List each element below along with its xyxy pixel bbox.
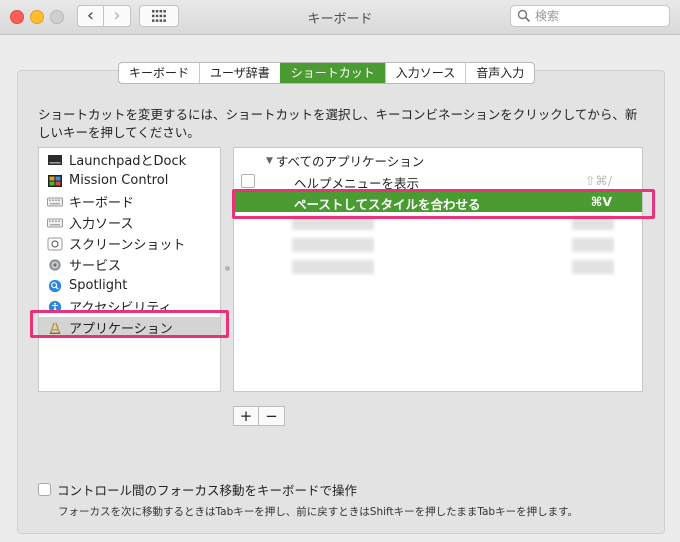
redacted-label	[292, 238, 374, 252]
mission-control-icon	[48, 174, 62, 187]
shortcut-list: ▼ すべてのアプリケーション ヘルプメニューを表示 ⇧⌘/ ペーストしてスタイル…	[233, 147, 643, 392]
category-services[interactable]: サービス	[39, 254, 220, 275]
shortcut-key[interactable]: ⇧⌘/	[585, 173, 612, 188]
group-all-applications[interactable]: ▼ すべてのアプリケーション	[266, 151, 424, 170]
keyboard-icon	[47, 197, 63, 206]
category-spotlight[interactable]: Spotlight	[39, 275, 220, 296]
search-field[interactable]	[510, 5, 670, 27]
remove-button[interactable]: −	[259, 406, 285, 426]
category-screenshots[interactable]: スクリーンショット	[39, 233, 220, 254]
tab-bar: キーボード ユーザ辞書 ショートカット 入力ソース 音声入力	[118, 62, 536, 84]
category-accessibility[interactable]: アクセシビリティ	[39, 296, 220, 317]
tab-dictation[interactable]: 音声入力	[465, 63, 534, 83]
add-button[interactable]: +	[233, 406, 259, 426]
launchpad-dock-icon	[48, 154, 62, 165]
category-app-shortcuts[interactable]: アプリケーション	[39, 317, 220, 338]
gear-icon	[49, 258, 61, 271]
shortcut-row-selected[interactable]: ペーストしてスタイルを合わせる ⌘V	[234, 192, 642, 212]
spotlight-icon	[48, 279, 62, 292]
redacted-key	[572, 216, 614, 230]
category-mission-control[interactable]: Mission Control	[39, 170, 220, 191]
category-list: LaunchpadとDock Mission Control キーボード 入力ソ…	[38, 147, 221, 392]
tab-input-sources[interactable]: 入力ソース	[384, 63, 465, 83]
add-remove-controls: + −	[233, 406, 285, 426]
screenshot-icon	[47, 237, 63, 250]
redacted-label	[292, 216, 374, 230]
tab-keyboard[interactable]: キーボード	[119, 63, 199, 83]
tab-user-dictionary[interactable]: ユーザ辞書	[199, 63, 280, 83]
category-input-sources[interactable]: 入力ソース	[39, 212, 220, 233]
footer-note: フォーカスを次に移動するときはTabキーを押し、前に戻すときはShiftキーを押…	[58, 506, 579, 518]
full-keyboard-access-option[interactable]: コントロール間のフォーカス移動をキーボードで操作	[38, 480, 357, 499]
redacted-key	[572, 260, 614, 274]
title-bar: ‹ › キーボード	[0, 0, 680, 35]
tab-shortcuts[interactable]: ショートカット	[279, 63, 385, 83]
keyboard-navigation-checkbox[interactable]	[38, 483, 51, 496]
disclosure-triangle-icon[interactable]: ▼	[266, 156, 273, 166]
search-input[interactable]	[535, 9, 655, 23]
shortcut-key[interactable]: ⌘V	[591, 194, 612, 209]
shortcut-checkbox[interactable]	[241, 174, 255, 188]
category-keyboard[interactable]: キーボード	[39, 191, 220, 212]
redacted-key	[572, 238, 614, 252]
accessibility-icon	[48, 300, 62, 313]
input-source-icon	[47, 218, 63, 227]
instructions-text: ショートカットを変更するには、ショートカットを選択し、キーコンビネーションをクリ…	[38, 107, 638, 140]
split-handle[interactable]	[225, 266, 230, 271]
app-store-icon	[49, 322, 61, 334]
redacted-label	[292, 260, 374, 274]
shortcut-row[interactable]: ヘルプメニューを表示 ⇧⌘/	[234, 171, 642, 191]
search-icon	[517, 9, 531, 23]
category-launchpad-dock[interactable]: LaunchpadとDock	[39, 149, 220, 170]
